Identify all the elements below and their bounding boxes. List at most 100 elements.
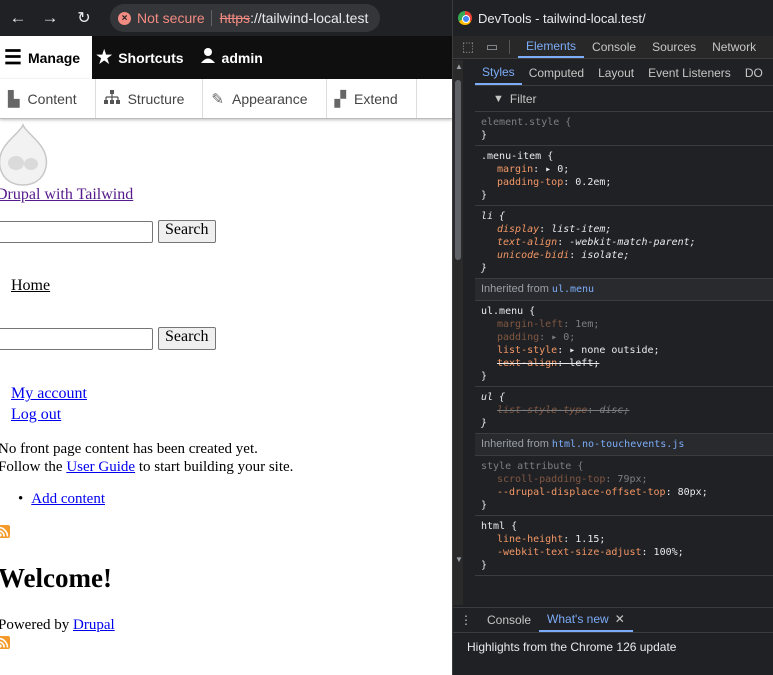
my-account-link[interactable]: My account	[11, 385, 87, 403]
address-bar[interactable]: × Not secure https ://tailwind-local.tes…	[110, 4, 380, 32]
css-property[interactable]: line-height: 1.15;	[481, 533, 768, 546]
add-content-link[interactable]: Add content	[31, 491, 105, 507]
empty-front-text: No front page content has been created y…	[0, 441, 258, 457]
subtab-styles[interactable]: Styles	[475, 60, 522, 85]
tray-item-content-label: Content	[27, 90, 77, 107]
rule-selector: .menu-item {	[481, 151, 554, 162]
tab-elements[interactable]: Elements	[518, 36, 585, 58]
rule-element-style[interactable]: element.style { }	[475, 112, 773, 146]
page-content: Drupal with Tailwind Search Home Search …	[0, 119, 452, 675]
tab-console[interactable]: Console	[584, 36, 644, 58]
subtab-layout[interactable]: Layout	[591, 60, 641, 85]
close-icon[interactable]: ✕	[615, 612, 625, 626]
rule-close: }	[481, 190, 488, 201]
toolbar-manage[interactable]: ☰ Manage	[0, 36, 93, 79]
inspect-element-icon[interactable]: ⬚	[459, 39, 477, 55]
css-property[interactable]: text-align: -webkit-match-parent;	[481, 236, 768, 249]
toolbar-shortcuts[interactable]: ★ Shortcuts	[92, 36, 195, 79]
rule-ul[interactable]: ul { list-style-type: disc; }	[475, 387, 773, 434]
css-property[interactable]: margin-left: 1em;	[481, 318, 768, 331]
styles-filter[interactable]: ▼ Filter	[475, 86, 773, 112]
admin-toolbar: ☰ Manage ★ Shortcuts admin	[0, 36, 452, 79]
toolbar-user-label: admin	[221, 49, 263, 66]
drawer-tab-console[interactable]: Console	[479, 608, 539, 632]
inherited-link[interactable]: ul.menu	[552, 284, 594, 295]
star-icon: ★	[96, 47, 113, 67]
toolbar-user[interactable]: admin	[196, 36, 275, 79]
subtab-computed[interactable]: Computed	[522, 60, 591, 85]
rule-selector: style attribute {	[481, 461, 584, 472]
site-name-link[interactable]: Drupal with Tailwind	[0, 186, 133, 204]
scroll-down-icon[interactable]: ▼	[455, 555, 463, 564]
rule-selector: ul.menu {	[481, 306, 536, 317]
rule-ul-menu[interactable]: ul.menu { margin-left: 1em; padding: ▸ 0…	[475, 301, 773, 387]
inherited-link-2[interactable]: html.no-touchevents.js	[552, 439, 684, 450]
device-toolbar-icon[interactable]: ▭	[483, 39, 501, 55]
not-secure-label[interactable]: Not secure	[137, 10, 205, 26]
scroll-up-icon[interactable]: ▲	[455, 62, 463, 71]
css-property[interactable]: text-align: left;	[481, 357, 768, 370]
css-property[interactable]: list-style: ▸ none outside;	[481, 344, 768, 357]
css-property[interactable]: unicode-bidi: isolate;	[481, 249, 768, 262]
user-guide-link[interactable]: User Guide	[66, 459, 135, 475]
inherited-label: Inherited from	[481, 438, 552, 450]
tab-sources[interactable]: Sources	[644, 36, 704, 58]
devtools-body: ▲ ▼ Styles Computed Layout Event Listene…	[453, 60, 773, 605]
rule-close: }	[481, 560, 488, 571]
search-input[interactable]	[0, 220, 153, 243]
css-property[interactable]: scroll-padding-top: 79px;	[481, 473, 768, 486]
css-property[interactable]: margin: ▸ 0;	[481, 163, 768, 176]
rule-html[interactable]: html { line-height: 1.15; -webkit-text-s…	[475, 516, 773, 576]
tray-item-structure[interactable]: Structure	[96, 79, 204, 118]
rule-close: }	[481, 371, 488, 382]
css-property[interactable]: display: list-item;	[481, 223, 768, 236]
subtab-dom-breakpoints[interactable]: DO	[738, 60, 770, 85]
log-out-link[interactable]: Log out	[11, 406, 61, 424]
subtab-event-listeners[interactable]: Event Listeners	[641, 60, 738, 85]
devtools-panel: DevTools - tailwind-local.test/ ⬚ ▭ Elem…	[452, 0, 773, 675]
rule-style-attribute[interactable]: style attribute { scroll-padding-top: 79…	[475, 456, 773, 516]
css-property[interactable]: -webkit-text-size-adjust: 100%;	[481, 546, 768, 559]
hamburger-icon: ☰	[4, 47, 22, 69]
search-input-2[interactable]	[0, 327, 153, 350]
rss-feed-icon[interactable]	[0, 525, 10, 538]
chrome-logo-icon	[458, 11, 472, 25]
more-options-icon[interactable]: ⋮	[453, 613, 479, 627]
css-property[interactable]: --drupal-displace-offset-top: 80px;	[481, 486, 768, 499]
rule-menu-item[interactable]: .menu-item { margin: ▸ 0; padding-top: 0…	[475, 146, 773, 206]
rule-close: }	[481, 263, 488, 274]
search-form: Search	[0, 220, 216, 243]
css-property[interactable]: padding-top: 0.2em;	[481, 176, 768, 189]
drawer-tab-whats-new[interactable]: What's new ✕	[539, 608, 633, 632]
search-button-2[interactable]: Search	[158, 327, 216, 350]
css-rules: element.style { } .menu-item { margin: ▸…	[475, 112, 773, 576]
address-divider	[210, 10, 212, 26]
devtools-titlebar: DevTools - tailwind-local.test/	[453, 0, 773, 36]
scroll-thumb[interactable]	[455, 80, 461, 260]
dom-scrollbar[interactable]: ▲ ▼	[453, 60, 463, 605]
css-property[interactable]: list-style-type: disc;	[481, 404, 768, 417]
tray-item-appearance[interactable]: ✎ Appearance	[203, 79, 327, 118]
drupal-link[interactable]: Drupal	[73, 617, 115, 633]
rule-li[interactable]: li { display: list-item; text-align: -we…	[475, 206, 773, 279]
tray-item-content[interactable]: ▙ Content	[0, 79, 96, 118]
drupal-logo-icon[interactable]	[0, 123, 52, 187]
tray-item-appearance-label: Appearance	[231, 90, 308, 107]
tab-network[interactable]: Network	[704, 36, 764, 58]
rule-selector: html {	[481, 521, 518, 532]
drawer-tab-whats-new-label: What's new	[547, 612, 609, 626]
reload-icon[interactable]: ↻	[72, 6, 96, 30]
forward-arrow-icon[interactable]: →	[38, 6, 62, 30]
css-property[interactable]: padding: ▸ 0;	[481, 331, 768, 344]
tray-item-extend[interactable]: ▞ Extend	[327, 79, 417, 118]
home-link[interactable]: Home	[11, 277, 50, 295]
rss-feed-icon-2[interactable]	[0, 636, 10, 649]
rule-selector: li {	[481, 211, 506, 222]
search-form-2: Search	[0, 327, 216, 350]
rule-close: }	[481, 500, 488, 511]
search-button[interactable]: Search	[158, 220, 216, 243]
tray-item-extend-label: Extend	[354, 90, 398, 107]
powered-by-label: Powered by	[0, 617, 73, 633]
url-scheme: https	[219, 10, 251, 26]
back-arrow-icon[interactable]: ←	[6, 6, 30, 30]
